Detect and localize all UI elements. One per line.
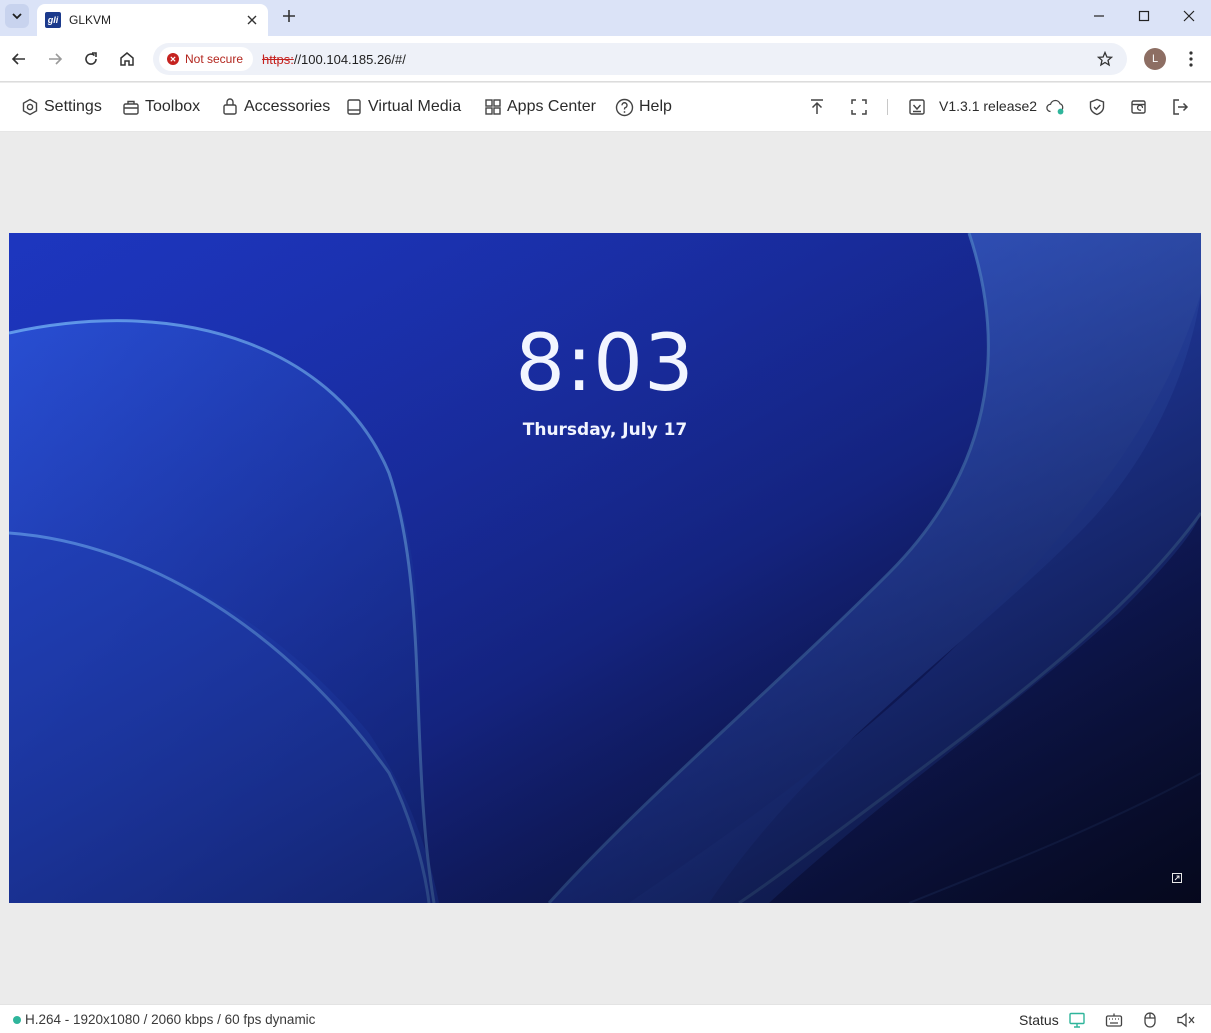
lock-screen-date: Thursday, July 17 (522, 420, 688, 440)
star-icon (1097, 51, 1113, 67)
cloud-status-button[interactable] (1046, 97, 1066, 117)
back-button[interactable] (7, 47, 31, 71)
menu-apps-center-label: Apps Center (507, 98, 596, 115)
kvm-toolbar: Settings Toolbox Accessories Virtual Med… (0, 83, 1211, 132)
browser-title-bar: gli GLKVM (0, 0, 1211, 36)
url-host: //100.104.185.26/#/ (293, 51, 406, 67)
resize-handle-icon[interactable] (1172, 873, 1182, 883)
home-button[interactable] (115, 47, 139, 71)
menu-settings-label: Settings (44, 98, 102, 115)
arrow-right-icon (49, 53, 63, 65)
toolbar-divider (887, 99, 888, 115)
browser-address-bar: ✕ Not secure https://100.104.185.26/#/ L (0, 36, 1211, 82)
close-window-button[interactable] (1166, 0, 1211, 32)
close-icon (1183, 10, 1195, 22)
forward-button[interactable] (43, 47, 67, 71)
upload-button[interactable] (807, 97, 827, 117)
menu-virtual-media[interactable]: Virtual Media (345, 96, 461, 118)
remote-screen-video[interactable]: 8:03 Thursday, July 17 (9, 233, 1201, 903)
firmware-version[interactable]: V1.3.1 release2 (939, 98, 1037, 114)
stream-info: H.264 - 1920x1080 / 2060 kbps / 60 fps d… (25, 1012, 316, 1027)
minimize-icon (1094, 15, 1104, 17)
status-label[interactable]: Status (1019, 1012, 1059, 1028)
fullscreen-icon (851, 99, 867, 115)
firmware-button[interactable] (907, 97, 927, 117)
minimize-button[interactable] (1076, 0, 1122, 32)
security-chip[interactable]: ✕ Not secure (159, 47, 254, 71)
menu-accessories-label: Accessories (244, 98, 331, 115)
reload-icon (85, 52, 97, 65)
home-icon (120, 52, 134, 66)
apps-grid-icon (485, 99, 501, 115)
video-status-button[interactable] (1067, 1010, 1087, 1030)
favicon-icon: gli (45, 12, 61, 28)
menu-settings[interactable]: Settings (21, 96, 102, 118)
bookmark-button[interactable] (1095, 49, 1115, 69)
tab-search-button[interactable] (5, 4, 29, 28)
mouse-icon (1144, 1012, 1156, 1028)
arrow-left-icon (11, 53, 25, 65)
security-shield-button[interactable] (1087, 97, 1107, 117)
menu-help-label: Help (639, 98, 672, 115)
plus-icon (283, 10, 295, 22)
tab-close-button[interactable] (244, 12, 260, 28)
accessories-icon (223, 98, 237, 115)
keyboard-status-button[interactable] (1104, 1010, 1124, 1030)
not-secure-icon: ✕ (167, 53, 179, 65)
window-switch-icon (1131, 100, 1146, 114)
menu-apps-center[interactable]: Apps Center (484, 96, 596, 118)
settings-icon (22, 98, 38, 116)
audio-status-button[interactable] (1176, 1010, 1196, 1030)
maximize-button[interactable] (1121, 0, 1167, 32)
profile-avatar[interactable]: L (1144, 48, 1166, 70)
logout-button[interactable] (1170, 97, 1190, 117)
menu-accessories[interactable]: Accessories (221, 96, 330, 118)
toolbox-icon (123, 100, 139, 115)
menu-help[interactable]: Help (615, 96, 672, 118)
mouse-status-button[interactable] (1140, 1010, 1160, 1030)
session-switch-button[interactable] (1129, 97, 1149, 117)
omnibox[interactable]: ✕ Not secure https://100.104.185.26/#/ (153, 43, 1127, 75)
status-bar: H.264 - 1920x1080 / 2060 kbps / 60 fps d… (0, 1004, 1211, 1033)
stream-status-indicator (13, 1016, 21, 1024)
tab-title: GLKVM (69, 13, 112, 27)
monitor-icon (1069, 1012, 1085, 1028)
browser-menu-button[interactable] (1180, 48, 1202, 70)
security-label: Not secure (185, 52, 244, 66)
menu-virtual-media-label: Virtual Media (368, 98, 462, 115)
fullscreen-button[interactable] (849, 97, 869, 117)
upload-icon (811, 99, 823, 114)
browser-tab[interactable]: gli GLKVM (37, 4, 268, 36)
close-icon (247, 15, 257, 25)
new-tab-button[interactable] (279, 6, 299, 26)
virtual-media-icon (347, 99, 361, 115)
menu-toolbox[interactable]: Toolbox (122, 96, 200, 118)
reload-button[interactable] (79, 47, 103, 71)
keyboard-icon (1105, 1013, 1123, 1027)
firmware-icon (909, 99, 925, 115)
cloud-connected-icon (1046, 99, 1064, 115)
speaker-muted-icon (1177, 1012, 1195, 1028)
url-text[interactable]: https://100.104.185.26/#/ (262, 52, 406, 67)
shield-check-icon (1089, 98, 1105, 116)
logout-icon (1173, 99, 1189, 115)
lock-screen-time: 8:03 (515, 319, 695, 409)
chevron-down-icon (12, 13, 22, 20)
menu-toolbox-label: Toolbox (145, 98, 201, 115)
help-icon (615, 98, 634, 116)
url-scheme: https: (262, 51, 294, 67)
maximize-icon (1138, 10, 1150, 22)
more-vertical-icon (1189, 51, 1193, 67)
